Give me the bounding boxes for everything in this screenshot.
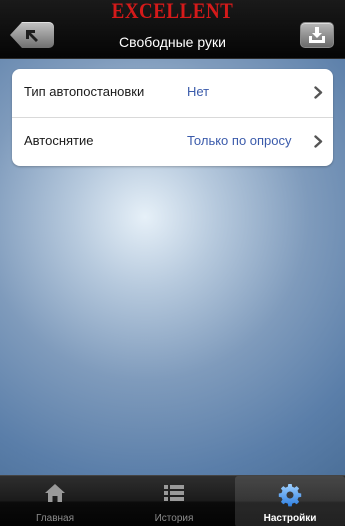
settings-list: Тип автопостановки Нет Автоснятие Только…	[12, 69, 333, 166]
download-button[interactable]	[300, 22, 334, 48]
setting-label: Автоснятие	[24, 133, 94, 148]
setting-value: Только по опросу	[187, 133, 292, 148]
setting-label: Тип автопостановки	[24, 84, 145, 99]
tab-label: Настройки	[263, 513, 317, 524]
tab-history[interactable]: История	[119, 476, 229, 526]
chevron-right-icon	[314, 135, 323, 148]
back-arrow-icon	[26, 30, 38, 42]
header-bar: EXCELLENT Свободные руки	[0, 0, 345, 59]
tab-bar: Главная История Настройки	[0, 475, 345, 526]
list-icon	[164, 485, 184, 501]
gear-icon	[278, 484, 302, 507]
tab-settings[interactable]: Настройки	[235, 476, 345, 526]
download-icon	[309, 27, 325, 43]
brand-logo: EXCELLENT	[111, 0, 234, 24]
chevron-right-icon	[314, 86, 323, 99]
setting-value: Нет	[187, 84, 210, 99]
tab-home[interactable]: Главная	[0, 476, 110, 526]
home-icon	[45, 484, 65, 502]
setting-row-auto-disarm[interactable]: Автоснятие Только по опросу	[12, 118, 333, 166]
app-screen: EXCELLENT Свободные руки Тип автопостано…	[0, 0, 345, 526]
tab-label: История	[154, 513, 194, 524]
setting-row-auto-arm-type[interactable]: Тип автопостановки Нет	[12, 69, 333, 118]
content-area: Тип автопостановки Нет Автоснятие Только…	[0, 59, 345, 475]
tab-label: Главная	[35, 513, 75, 524]
